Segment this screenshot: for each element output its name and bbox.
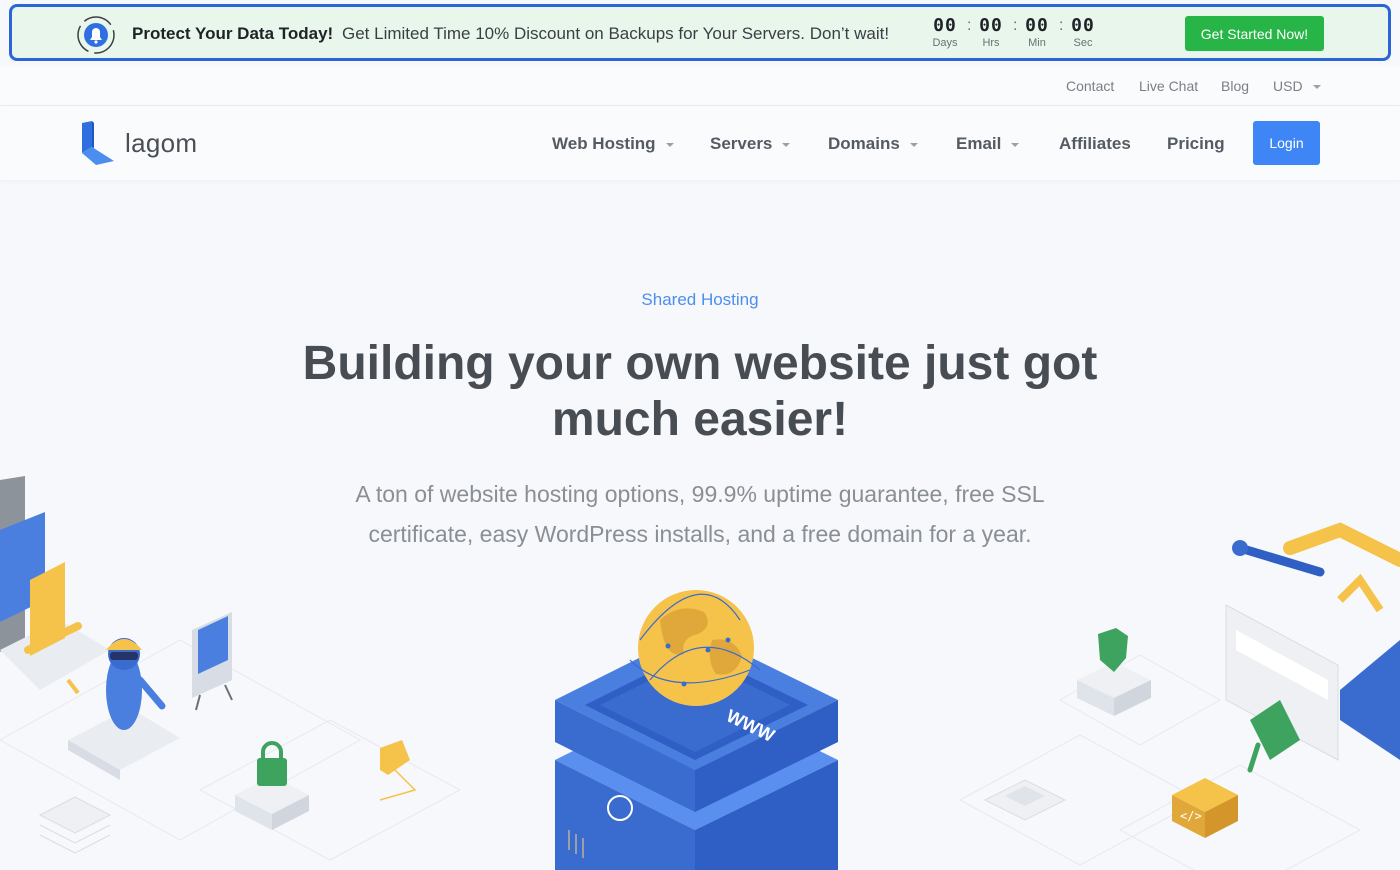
nav-domains-label: Domains	[828, 134, 900, 153]
easel-illustration	[192, 612, 233, 711]
nav-pricing[interactable]: Pricing	[1167, 134, 1225, 154]
worker-figure	[68, 638, 180, 780]
nav-affiliates[interactable]: Affiliates	[1059, 134, 1131, 154]
stack-illustration	[38, 796, 112, 854]
puzzle-block-illustration	[983, 779, 1067, 821]
main-nav: lagom Web Hosting Servers Domains Email …	[0, 106, 1400, 180]
code-block-illustration: </>	[1172, 778, 1238, 838]
shield-illustration	[1077, 628, 1151, 716]
brand-name[interactable]: lagom	[125, 128, 197, 159]
countdown-minutes: 00 Min	[1025, 15, 1049, 49]
hero-eyebrow: Shared Hosting	[641, 290, 759, 309]
www-badge: WWW	[723, 706, 778, 746]
promo-title: Protect Your Data Today!	[132, 24, 334, 43]
live-chat-link[interactable]: Live Chat	[1139, 78, 1198, 94]
nav-domains[interactable]: Domains	[828, 134, 918, 154]
nav-web-hosting[interactable]: Web Hosting	[552, 134, 674, 154]
currency-label: USD	[1273, 78, 1303, 94]
lagom-logo-icon[interactable]	[80, 121, 120, 165]
contact-link[interactable]: Contact	[1066, 78, 1114, 94]
nav-servers-label: Servers	[710, 134, 773, 153]
utility-bar: Contact Live Chat Blog USD	[0, 66, 1400, 106]
server-illustration: WWW	[555, 630, 838, 870]
blog-link[interactable]: Blog	[1221, 78, 1249, 94]
disc-illustration	[1340, 640, 1400, 760]
nav-email[interactable]: Email	[956, 134, 1020, 154]
lock-illustration	[235, 741, 309, 830]
chevron-down-icon	[782, 142, 791, 147]
puzzle-illustration	[379, 740, 417, 801]
chevron-down-icon	[665, 142, 674, 147]
globe-illustration	[629, 590, 761, 706]
browser-window-illustration	[1225, 604, 1339, 773]
chevron-down-icon	[1312, 85, 1321, 90]
alarm-bell-icon	[77, 16, 115, 54]
chevron-down-icon	[1011, 142, 1020, 147]
laptop-illustration	[0, 476, 110, 695]
svg-text:</>: </>	[1180, 809, 1202, 823]
hero-headline: Building your own website just got much …	[302, 337, 1098, 446]
countdown-days: 00 Days	[932, 15, 958, 49]
countdown-seconds: 00 Sec	[1071, 15, 1095, 49]
promo-text: Get Limited Time 10% Discount on Backups…	[342, 24, 890, 43]
robot-arm-illustration	[1232, 522, 1400, 613]
get-started-button[interactable]: Get Started Now!	[1185, 16, 1324, 51]
promo-banner: Protect Your Data Today! Get Limited Tim…	[9, 4, 1391, 61]
chevron-down-icon	[909, 142, 918, 147]
nav-servers[interactable]: Servers	[710, 134, 791, 154]
hero-subtext: A ton of website hosting options, 99.9% …	[355, 481, 1045, 547]
login-button[interactable]: Login	[1253, 121, 1320, 165]
currency-dropdown[interactable]: USD	[1273, 78, 1321, 94]
nav-email-label: Email	[956, 134, 1002, 153]
nav-web-hosting-label: Web Hosting	[552, 134, 656, 153]
countdown-hours: 00 Hrs	[979, 15, 1003, 49]
